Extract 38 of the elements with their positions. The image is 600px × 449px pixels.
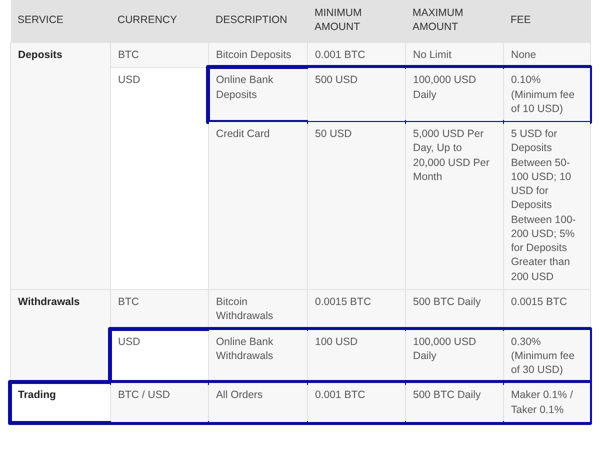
table-cell: 500 USD bbox=[315, 74, 358, 86]
table-cell: Credit Card bbox=[216, 128, 270, 140]
currency-label: USD bbox=[118, 74, 140, 86]
table-cell: 0.10% (Minimum fee of 10 USD) bbox=[511, 74, 575, 115]
service-name: Deposits bbox=[18, 49, 62, 61]
column-header: CURRENCY bbox=[110, 0, 208, 42]
column-header: SERVICE bbox=[10, 0, 110, 42]
currency-label: USD bbox=[118, 336, 140, 348]
table-cell: 0.0015 BTC bbox=[315, 296, 372, 308]
table-cell: 0.30% (Minimum fee of 30 USD) bbox=[511, 336, 575, 376]
table-cell: Online Bank Deposits bbox=[216, 74, 274, 101]
table-cell: 0.001 BTC bbox=[315, 49, 366, 61]
column-header: MINIMUM AMOUNT bbox=[308, 0, 406, 42]
table-cell: 5 USD for Deposits Between 50-100 USD; 10 USD for Deposits Between 100-200 USD; 5% for Deposits Greater than 200 USD bbox=[511, 128, 576, 283]
table-cell: 0.0015 BTC bbox=[511, 296, 568, 308]
table-cell: None bbox=[511, 49, 536, 61]
table-cell: 50 USD bbox=[315, 128, 352, 140]
table-cell: Online Bank Withdrawals bbox=[216, 336, 274, 362]
column-header: DESCRIPTION bbox=[208, 0, 308, 42]
service-name: Withdrawals bbox=[18, 296, 80, 308]
table-cell: 100,000 USD Daily bbox=[413, 74, 476, 101]
table-cell: 500 BTC Daily bbox=[413, 296, 481, 308]
table-cell: No Limit bbox=[413, 49, 452, 61]
column-header: MAXIMUM AMOUNT bbox=[406, 0, 504, 42]
service-name: Trading bbox=[18, 389, 56, 402]
table-cell: Maker 0.1% / Taker 0.1% bbox=[511, 389, 573, 416]
currency-label: BTC bbox=[118, 296, 139, 308]
table-cell: 0.001 BTC bbox=[315, 389, 366, 402]
currency-label: BTC / USD bbox=[118, 389, 170, 402]
table-cell: 5,000 USD Per Day, Up to 20,000 USD Per Month bbox=[413, 128, 490, 183]
table-cell: Bitcoin Withdrawals bbox=[216, 296, 274, 322]
table-cell: 100,000 USD Daily bbox=[413, 336, 476, 362]
table-cell: 100 USD bbox=[315, 336, 358, 348]
column-header: FEE bbox=[504, 0, 590, 42]
table-cell: Bitcoin Deposits bbox=[216, 49, 292, 61]
table-cell: 500 BTC Daily bbox=[413, 389, 481, 402]
currency-label: BTC bbox=[118, 49, 139, 61]
table-cell: All Orders bbox=[216, 389, 263, 402]
